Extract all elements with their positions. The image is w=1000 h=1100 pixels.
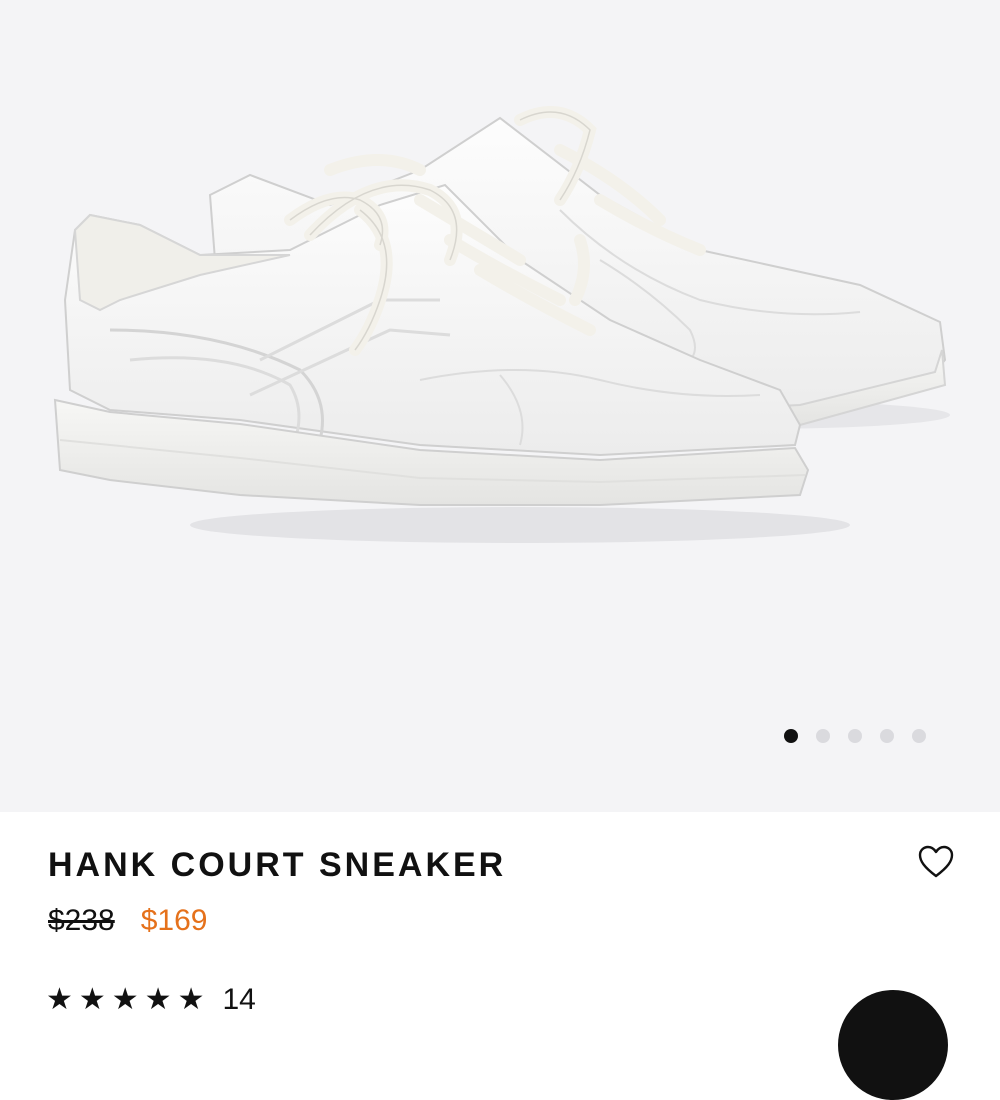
- product-title: HANK COURT SNEAKER: [48, 846, 507, 884]
- original-price: $238: [48, 904, 115, 937]
- carousel-dot[interactable]: [848, 729, 862, 743]
- sale-price: $169: [140, 904, 208, 937]
- wishlist-button[interactable]: [916, 842, 956, 882]
- product-info: HANK COURT SNEAKER $238 $169 ★★★★★ 14: [0, 812, 1000, 1016]
- product-image: [53, 106, 950, 543]
- carousel-pagination[interactable]: [784, 729, 926, 743]
- carousel-dot[interactable]: [912, 729, 926, 743]
- carousel-dot[interactable]: [784, 729, 798, 743]
- heart-outline-icon: [918, 845, 954, 878]
- product-image-gallery[interactable]: [0, 0, 1000, 812]
- floating-action-button[interactable]: [838, 990, 948, 1100]
- price-row: $238 $169: [48, 904, 208, 938]
- carousel-dot[interactable]: [880, 729, 894, 743]
- carousel-dot[interactable]: [816, 729, 830, 743]
